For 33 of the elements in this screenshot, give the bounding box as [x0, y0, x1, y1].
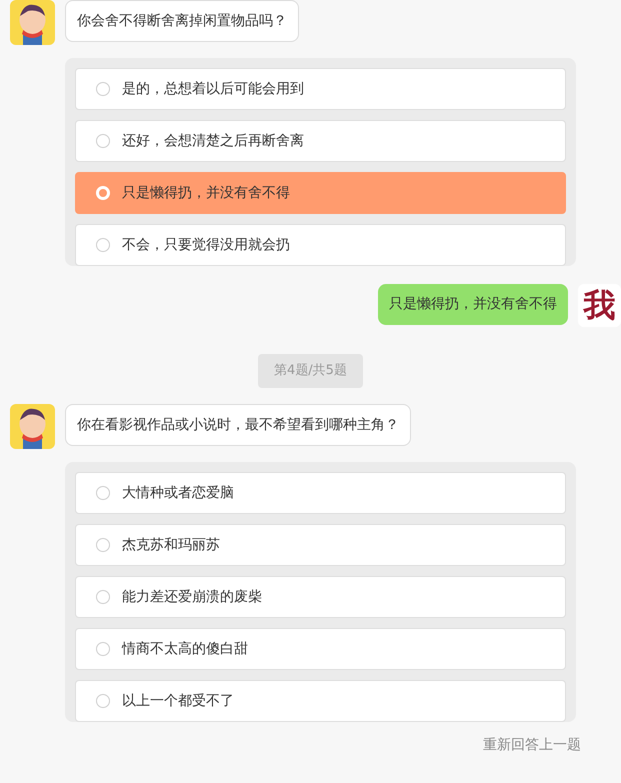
answer-option[interactable]: 只是懒得扔，并没有舍不得	[75, 172, 566, 214]
option-label: 还好，会想清楚之后再断舍离	[122, 132, 304, 150]
radio-button[interactable]	[96, 238, 110, 252]
user-avatar: 我	[578, 284, 621, 327]
question-counter: 第4题/共5题	[258, 354, 363, 388]
option-label: 不会，只要觉得没用就会扔	[122, 236, 290, 254]
answer-option[interactable]: 是的，总想着以后可能会用到	[75, 68, 566, 110]
option-label: 以上一个都受不了	[122, 692, 234, 710]
answer-option[interactable]: 还好，会想清楚之后再断舍离	[75, 120, 566, 162]
option-label: 只是懒得扔，并没有舍不得	[122, 184, 290, 202]
answer-option[interactable]: 杰克苏和玛丽苏	[75, 524, 566, 566]
answer-bubble: 只是懒得扔，并没有舍不得	[378, 284, 568, 325]
question-bubble: 你在看影视作品或小说时，最不希望看到哪种主角？	[65, 404, 411, 446]
radio-button[interactable]	[96, 82, 110, 96]
option-label: 大情种或者恋爱脑	[122, 484, 234, 502]
option-label: 是的，总想着以后可能会用到	[122, 80, 304, 98]
option-label: 情商不太高的傻白甜	[122, 640, 248, 658]
answer-option[interactable]: 大情种或者恋爱脑	[75, 472, 566, 514]
option-label: 能力差还爱崩溃的废柴	[122, 588, 262, 606]
answer-option[interactable]: 以上一个都受不了	[75, 680, 566, 722]
radio-button[interactable]	[96, 134, 110, 148]
question-bubble: 你会舍不得断舍离掉闲置物品吗？	[65, 0, 299, 42]
radio-button[interactable]	[96, 642, 110, 656]
radio-button[interactable]	[96, 694, 110, 708]
avatar-icon	[10, 0, 55, 45]
radio-button[interactable]	[96, 538, 110, 552]
radio-button[interactable]	[96, 486, 110, 500]
avatar-icon	[10, 404, 55, 449]
answer-option[interactable]: 能力差还爱崩溃的废柴	[75, 576, 566, 618]
radio-button[interactable]	[96, 590, 110, 604]
answer-option[interactable]: 情商不太高的傻白甜	[75, 628, 566, 670]
answer-option[interactable]: 不会，只要觉得没用就会扔	[75, 224, 566, 266]
option-label: 杰克苏和玛丽苏	[122, 536, 220, 554]
